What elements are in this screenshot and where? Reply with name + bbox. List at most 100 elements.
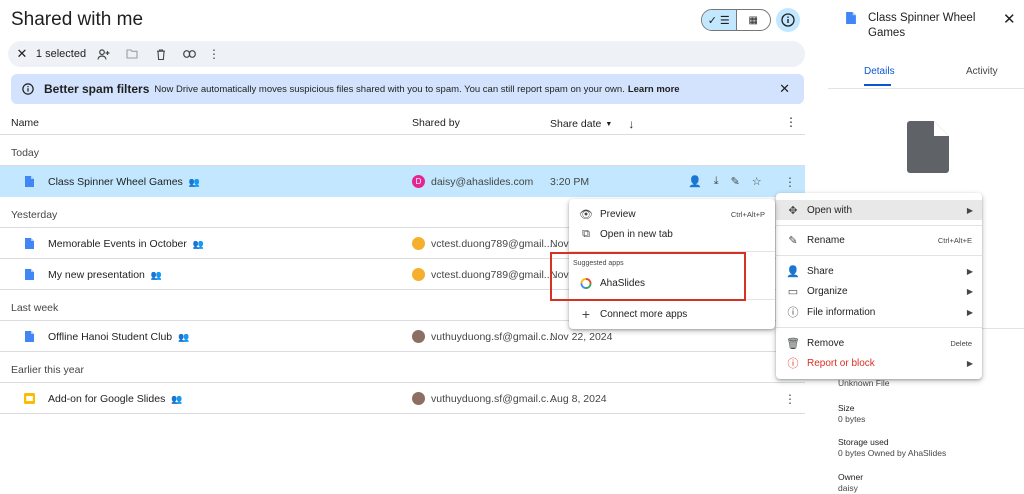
plus-icon: +	[581, 306, 591, 322]
list-view-button[interactable]: ✓ ☰	[702, 10, 737, 30]
clear-selection-icon[interactable]: ✕	[10, 41, 34, 67]
table-row[interactable]: Add-on for Google Slides 👥 vuthuyduong.sf…	[0, 383, 805, 414]
menu-item-share[interactable]: 👤 Share ▶	[776, 261, 982, 281]
owner-email: vctest.duong789@gmail....	[431, 237, 556, 250]
tab-activity[interactable]: Activity	[966, 66, 998, 77]
shared-people-icon: 👥	[192, 238, 205, 249]
selection-toolbar: ✕ 1 selected ⋮	[8, 41, 805, 67]
grid-icon: ▦	[748, 14, 758, 26]
storage-label: Storage used	[838, 437, 889, 447]
table-row[interactable]: Class Spinner Wheel Games 👥 D daisy@ahasl…	[0, 166, 805, 197]
menu-item-open-new-tab[interactable]: ⧉ Open in new tab	[569, 224, 775, 244]
info-icon	[781, 13, 795, 27]
chevron-right-icon: ▶	[966, 307, 973, 317]
size-label: Size	[838, 403, 855, 413]
shortcut-label: Delete	[950, 338, 972, 348]
warning-circle-icon: ⓘ	[787, 358, 799, 370]
check-icon: ✓	[707, 14, 717, 27]
rename-pencil-icon[interactable]: ✎	[731, 175, 740, 188]
divider	[0, 413, 805, 414]
section-label: Last week	[11, 302, 59, 314]
more-actions-icon[interactable]: ⋮	[784, 175, 796, 189]
close-banner-icon[interactable]: ✕	[779, 81, 790, 97]
more-actions-icon[interactable]: ⋮	[202, 41, 226, 67]
owner-email: vctest.duong789@gmail....	[431, 268, 556, 281]
sort-arrow-down-icon[interactable]: ↓	[628, 117, 634, 131]
menu-item-connect-more-apps[interactable]: + Connect more apps	[569, 304, 775, 324]
chevron-right-icon: ▶	[966, 266, 973, 276]
column-header-name[interactable]: Name	[11, 117, 39, 129]
column-options-icon[interactable]: ⋮	[785, 115, 797, 129]
file-icon	[25, 176, 34, 187]
owner-cell: vctest.duong789@gmail....	[412, 237, 555, 250]
shared-people-icon: 👥	[188, 176, 201, 187]
shared-people-icon: 👥	[178, 331, 190, 342]
share-person-icon[interactable]: 👤	[688, 175, 702, 188]
menu-item-label: Open in new tab	[600, 228, 673, 240]
avatar	[412, 268, 425, 281]
type-value: Unknown File	[838, 378, 890, 388]
chevron-right-icon: ▶	[966, 205, 973, 215]
section-label: Today	[11, 147, 40, 159]
chevron-right-icon: ▶	[966, 286, 973, 296]
menu-item-preview[interactable]: 👁 Preview Ctrl+Alt+P	[569, 204, 775, 224]
menu-item-report-or-block[interactable]: ⓘ Report or block ▶	[776, 353, 982, 373]
star-icon[interactable]: ☆	[752, 175, 762, 188]
menu-item-label: Preview	[600, 208, 636, 220]
view-toggle[interactable]: ✓ ☰ ▦	[701, 9, 771, 31]
link-icon[interactable]	[176, 41, 202, 67]
dropdown-arrow-icon: ▼	[605, 120, 613, 128]
owner-email: vuthuyduong.sf@gmail.c...	[431, 392, 555, 405]
details-button[interactable]	[776, 8, 800, 32]
share-date-cell: Aug 8, 2024	[550, 392, 607, 405]
menu-item-label: Report or block	[807, 357, 875, 369]
share-date-cell: Nov 22, 2024	[550, 330, 613, 343]
info-icon: ⓘ	[787, 307, 799, 319]
generic-file-icon	[907, 121, 949, 173]
menu-item-label: Connect more apps	[600, 308, 688, 320]
menu-item-label: File information	[807, 306, 876, 318]
trash-icon: 🗑	[786, 337, 800, 350]
file-name: My new presentation	[48, 268, 145, 281]
trash-icon[interactable]	[146, 41, 176, 67]
move-folder-icon[interactable]	[118, 41, 146, 67]
menu-item-label: Rename	[807, 234, 845, 246]
menu-item-file-information[interactable]: ⓘ File information ▶	[776, 302, 982, 322]
section-label: Yesterday	[11, 209, 58, 221]
tab-details[interactable]: Details	[864, 66, 895, 77]
file-name: Class Spinner Wheel Games	[48, 175, 183, 188]
close-icon[interactable]: ✕	[1003, 10, 1016, 28]
details-title: Class Spinner Wheel Games	[868, 12, 976, 39]
menu-item-remove[interactable]: 🗑 Remove Delete	[776, 333, 982, 353]
column-header-shared-by[interactable]: Shared by	[412, 117, 460, 129]
owner-cell: D daisy@ahaslides.com	[412, 175, 533, 188]
more-actions-icon[interactable]: ⋮	[784, 392, 796, 406]
divider	[776, 225, 982, 226]
menu-item-rename[interactable]: ✎ Rename Ctrl+Alt+E	[776, 230, 982, 250]
spam-filter-banner: Better spam filters Now Drive automatica…	[11, 74, 804, 104]
shortcut-label: Ctrl+Alt+E	[937, 235, 972, 245]
highlight-box	[550, 252, 746, 301]
menu-item-open-with[interactable]: ✥ Open with ▶	[776, 200, 982, 220]
file-icon	[846, 12, 856, 24]
share-person-icon[interactable]	[88, 41, 118, 67]
eye-icon: 👁	[579, 208, 593, 221]
menu-item-label: Remove	[807, 337, 845, 349]
owner-cell: vuthuyduong.sf@gmail.c...	[412, 392, 555, 405]
section-label: Earlier this year	[11, 364, 84, 376]
file-icon	[25, 238, 34, 249]
column-header-share-date[interactable]: Share date ▼ ↓	[550, 117, 634, 131]
menu-item-label: Open with	[807, 204, 853, 216]
avatar	[412, 392, 425, 405]
storage-value: 0 bytes Owned by AhaSlides	[838, 448, 947, 458]
download-icon[interactable]: ⤓	[714, 175, 719, 188]
owner-label: Owner	[838, 472, 864, 482]
size-value: 0 bytes	[838, 414, 866, 424]
avatar	[412, 237, 425, 250]
owner-email: vuthuyduong.sf@gmail.c...	[431, 330, 555, 343]
file-name-cell: Class Spinner Wheel Games 👥	[48, 176, 200, 188]
learn-more-link[interactable]: Learn more	[628, 84, 680, 95]
file-name: Offline Hanoi Student Club	[48, 330, 173, 343]
grid-view-button[interactable]: ▦	[737, 10, 771, 30]
menu-item-organize[interactable]: ▭ Organize ▶	[776, 281, 982, 301]
